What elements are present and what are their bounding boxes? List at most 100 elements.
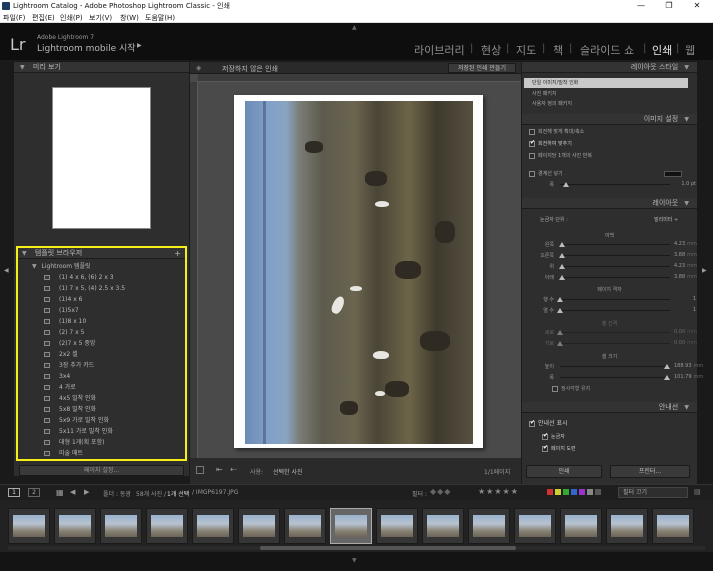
grid-view-icon[interactable]: ▦ (56, 488, 64, 497)
filter-lock-icon[interactable]: ▤ (694, 488, 701, 496)
template-folder[interactable]: ▼ Lightroom 템플릿 (32, 261, 91, 272)
menu-help[interactable]: 도움말(H) (145, 13, 175, 23)
zoom-to-fill-checkbox[interactable]: 회전해 맞게 확대/축소 (529, 128, 584, 135)
template-item[interactable]: 4x5 밀착 인화 (44, 393, 184, 404)
slider-knob[interactable] (557, 341, 563, 346)
slider-knob[interactable] (559, 253, 566, 258)
filmstrip-thumb[interactable] (514, 508, 556, 544)
page-setup-button[interactable]: 페이지 설정... (19, 465, 184, 476)
menu-window[interactable]: 창(W) (120, 13, 139, 23)
checkbox[interactable] (529, 128, 535, 135)
keep-square-checkbox[interactable]: 정사각형 유지 (552, 385, 590, 392)
slider-row[interactable]: 높이 188.93 mm (522, 362, 703, 372)
menu-view[interactable]: 보기(V) (89, 13, 112, 23)
create-saved-print-button[interactable]: 저장된 인쇄 만들기 (448, 63, 516, 73)
use-selector[interactable]: 선택한 사진 (273, 467, 303, 476)
template-item[interactable]: (1) 7 x 5, (4) 2.5 x 3.5 (44, 283, 184, 294)
rotate-to-fit-checkbox[interactable]: 회전하여 맞추기 (529, 139, 572, 147)
template-item[interactable]: 5x9 가로 밀착 인화 (44, 415, 184, 426)
template-item[interactable]: 5x8 밀착 인화 (44, 404, 184, 415)
filmstrip-thumb[interactable] (652, 508, 694, 544)
template-item[interactable]: (1)8 x 10 (44, 316, 184, 327)
template-item[interactable]: 3장 추가 카드 (44, 360, 184, 371)
menu-print[interactable]: 인쇄(P) (60, 13, 83, 23)
slider-knob[interactable] (562, 182, 569, 187)
ruler-units-dropdown[interactable]: 밀리미터 ÷ (654, 216, 678, 223)
template-item[interactable]: 2x2 셀 (44, 349, 184, 360)
template-item[interactable]: (1)4 x 6 (44, 294, 184, 305)
monitor-1-button[interactable]: 1 (8, 488, 20, 497)
template-item[interactable]: 대형 1개(획 포함) (44, 437, 184, 448)
prev-page-icon[interactable]: ⇠ (230, 465, 237, 474)
module-library[interactable]: 라이브러리 (414, 42, 465, 58)
layout-style-custom[interactable]: 사용자 정의 패키지 (532, 100, 572, 107)
first-page-icon[interactable]: ⇤ (216, 465, 223, 474)
template-item[interactable]: 5x11 가로 밀착 인화 (44, 426, 184, 437)
menu-edit[interactable]: 편집(E) (32, 13, 55, 23)
module-develop[interactable]: 현상 (481, 42, 501, 58)
slider-row[interactable]: 아래 3.88 mm (522, 273, 697, 283)
filmstrip-thumb[interactable] (560, 508, 602, 544)
template-item[interactable]: 미술 매트 (44, 448, 184, 459)
collapse-left-icon[interactable]: ◀ (4, 267, 9, 274)
collapse-top-icon[interactable]: ▲ (352, 24, 357, 31)
collapse-right-icon[interactable]: ▶ (702, 267, 707, 274)
slider-row[interactable]: 가로 0.00 mm (522, 339, 697, 349)
slider-row[interactable]: 오른쪽 3.88 mm (522, 251, 697, 261)
checkbox[interactable] (529, 152, 535, 159)
show-guides-checkbox[interactable]: 안내선 표시 (529, 418, 568, 427)
forward-arrow-icon[interactable]: ▶ (84, 488, 89, 496)
repeat-photo-checkbox[interactable]: 페이지당 1개의 사진 반복 (529, 152, 592, 159)
checkbox[interactable] (529, 139, 535, 147)
color-label-filter[interactable] (547, 489, 607, 496)
slider-knob[interactable] (559, 242, 566, 247)
filter-off-dropdown[interactable]: 필터 끄기 (618, 487, 688, 498)
module-book[interactable]: 책 (553, 42, 563, 58)
module-web[interactable]: 웹 (685, 42, 695, 58)
close-button[interactable]: ✕ (684, 0, 710, 12)
layout-style-package[interactable]: 사진 패키지 (532, 90, 557, 97)
filmstrip-thumb[interactable] (192, 508, 234, 544)
filmstrip-thumb[interactable] (606, 508, 648, 544)
filmstrip-thumb[interactable] (284, 508, 326, 544)
star-rating-filter[interactable]: ★★★★★ (478, 487, 519, 496)
template-item[interactable]: (2) 7 x 5 (44, 327, 184, 338)
folder-source[interactable]: 폴더 : 동광 (103, 489, 131, 498)
filmstrip-thumb[interactable] (468, 508, 510, 544)
slider-knob[interactable] (663, 364, 670, 369)
maximize-button[interactable]: ❐ (656, 0, 682, 12)
print-button[interactable]: 인쇄 (526, 465, 602, 478)
stroke-border-checkbox[interactable]: 경계선 넣기 (529, 170, 563, 177)
filmstrip-thumb[interactable] (422, 508, 464, 544)
collapse-bottom-icon[interactable]: ▼ (352, 557, 357, 564)
template-item[interactable]: 4 가로 (44, 382, 184, 393)
guides-header[interactable]: 안내선 ▼ (522, 402, 697, 413)
slider-row[interactable]: 폭 101.79 mm (522, 373, 703, 383)
filmstrip-thumb[interactable] (100, 508, 142, 544)
scrollbar-thumb[interactable] (260, 546, 516, 550)
preview-panel-header[interactable]: ▼ 미리 보기 (14, 62, 189, 73)
checkbox[interactable] (552, 385, 558, 392)
slider-knob[interactable] (557, 308, 563, 313)
layout-style-single[interactable]: 단일 이미지/밀착 인화 (524, 78, 688, 88)
checkbox[interactable] (542, 432, 548, 440)
play-icon[interactable]: ▶ (137, 42, 142, 49)
template-item[interactable]: (1) 4 x 6, (6) 2 x 3 (44, 272, 184, 283)
menu-file[interactable]: 파일(F) (3, 13, 25, 23)
lightroom-mobile-link[interactable]: Lightroom mobile 시작 (37, 41, 136, 54)
rulers-checkbox[interactable]: 눈금자 (542, 432, 565, 440)
slider-row[interactable]: 열 수1 (522, 306, 697, 316)
template-item[interactable]: (2)7 x 5 중앙 (44, 338, 184, 349)
filmstrip-thumb[interactable] (8, 508, 50, 544)
template-item[interactable]: 3x4 (44, 371, 184, 382)
page-stop-icon[interactable] (196, 466, 204, 474)
filmstrip-thumb-selected[interactable] (330, 508, 372, 544)
slider-row[interactable]: 왼쪽 4.23 mm (522, 240, 697, 250)
slider-row[interactable]: 행 수1 (522, 295, 697, 305)
image-settings-header[interactable]: 이미지 설정 ▼ (522, 114, 697, 125)
filmstrip-scrollbar[interactable] (8, 546, 705, 550)
slider-knob[interactable] (557, 330, 563, 335)
filmstrip-thumb[interactable] (238, 508, 280, 544)
checkbox[interactable] (529, 419, 535, 427)
checkbox[interactable] (542, 444, 548, 452)
